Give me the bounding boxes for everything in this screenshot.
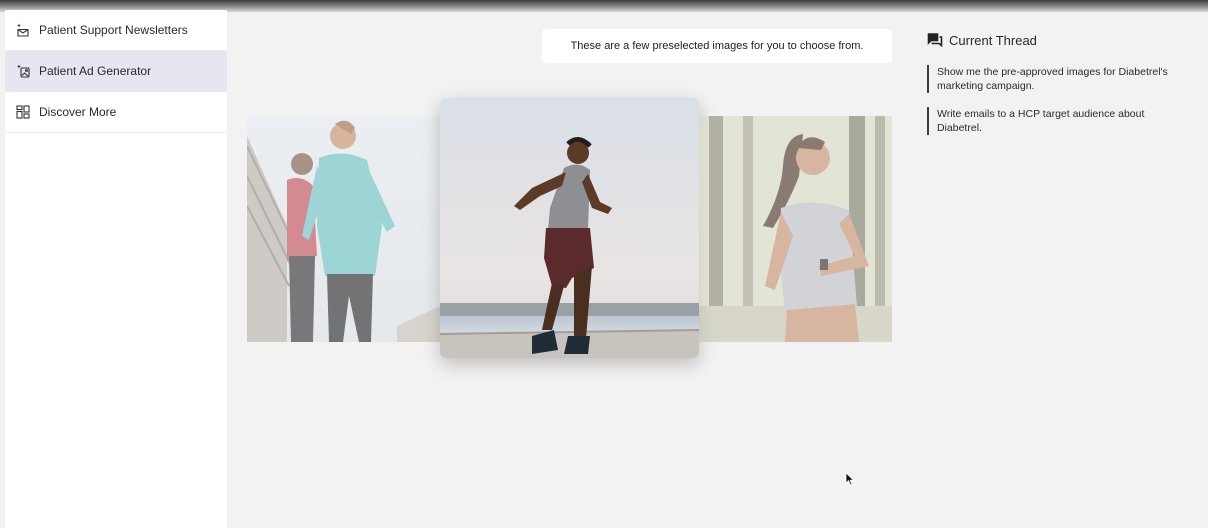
main-content: These are a few preselected images for y… bbox=[227, 10, 910, 528]
sidebar-item-label: Patient Ad Generator bbox=[39, 64, 152, 78]
sparkle-image-icon bbox=[15, 63, 31, 79]
sidebar: Patient Support Newsletters Patient Ad G… bbox=[5, 10, 227, 528]
current-thread-panel: Current Thread Show me the pre-approved … bbox=[927, 32, 1197, 149]
sidebar-item-label: Discover More bbox=[39, 105, 117, 119]
thread-item[interactable]: Show me the pre-approved images for Diab… bbox=[927, 65, 1177, 93]
thread-title: Current Thread bbox=[949, 32, 1037, 48]
chat-bubbles-icon bbox=[927, 32, 943, 48]
sidebar-item-label: Patient Support Newsletters bbox=[39, 23, 188, 37]
two-women-running-image[interactable] bbox=[247, 116, 440, 342]
thread-header: Current Thread bbox=[927, 32, 1197, 48]
assistant-message: These are a few preselected images for y… bbox=[542, 29, 892, 63]
sidebar-item-patient-ad-generator[interactable]: Patient Ad Generator bbox=[5, 51, 227, 92]
thread-item[interactable]: Write emails to a HCP target audience ab… bbox=[927, 107, 1177, 135]
grid-icon bbox=[15, 104, 31, 120]
woman-running-in-forest-image[interactable] bbox=[699, 116, 892, 342]
sidebar-item-discover-more[interactable]: Discover More bbox=[5, 92, 227, 133]
man-running-on-pier-image[interactable] bbox=[440, 98, 699, 358]
sparkle-envelope-icon bbox=[15, 22, 31, 38]
mouse-cursor-icon bbox=[845, 472, 855, 486]
sidebar-item-patient-support-newsletters[interactable]: Patient Support Newsletters bbox=[5, 10, 227, 51]
